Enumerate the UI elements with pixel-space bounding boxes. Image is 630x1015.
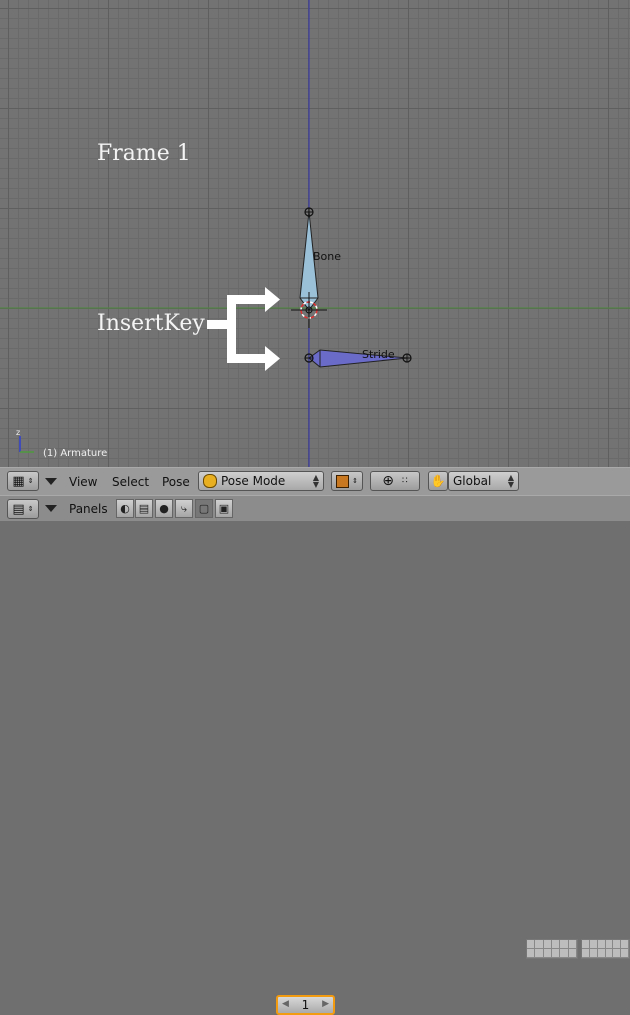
pose-menu[interactable]: Pose bbox=[162, 475, 190, 489]
logic-context-icon[interactable]: ◐ bbox=[116, 499, 134, 518]
select-menu[interactable]: Select bbox=[112, 475, 149, 489]
insertkey-bracket-arrows bbox=[207, 287, 280, 371]
editing-context-icon[interactable]: ▢ bbox=[195, 499, 213, 518]
script-context-icon[interactable]: ▤ bbox=[135, 499, 153, 518]
viewport-scene: z bbox=[0, 0, 630, 467]
widget-icon: ∷ bbox=[402, 476, 408, 486]
current-frame-field[interactable]: ◀ 1 ▶ bbox=[276, 995, 335, 1015]
scene-context-icon[interactable]: ▣ bbox=[215, 499, 233, 518]
buttons-header: ▤ ⇕ Panels ◐ ▤ ● ⤷ ▢ ▣ ◀ 1 ▶ bbox=[0, 495, 630, 1015]
axis-gizmo-icon bbox=[19, 436, 34, 453]
viewport-header: ▦ ⇕ View Select Pose Pose Mode ▲ ▼ ⇕ ⊕ ∷ … bbox=[0, 467, 630, 959]
layer-buttons-1[interactable] bbox=[526, 939, 578, 959]
panels-menu[interactable]: Panels bbox=[69, 502, 108, 516]
bone-name-label: Bone bbox=[313, 250, 342, 263]
buttons-window-icon: ▤ bbox=[12, 501, 25, 517]
frame-annotation: Frame 1 bbox=[97, 141, 191, 166]
view-menu[interactable]: View bbox=[69, 475, 97, 489]
updown-icon: ⇕ bbox=[352, 477, 358, 485]
pivot-button[interactable]: ⊕ ∷ bbox=[370, 471, 420, 491]
manipulator-button[interactable]: ✋ bbox=[428, 471, 448, 491]
updown-icon: ▲ ▼ bbox=[507, 473, 514, 489]
stride-name-label: Stride bbox=[362, 348, 395, 361]
collapse-menu-icon[interactable] bbox=[45, 478, 57, 485]
draw-type-button[interactable]: ⇕ bbox=[331, 471, 363, 491]
orientation-select[interactable]: Global ▲ ▼ bbox=[448, 471, 519, 491]
collapse-menu-icon[interactable] bbox=[45, 505, 57, 512]
insertkey-annotation: InsertKey bbox=[97, 311, 205, 336]
hand-icon: ✋ bbox=[430, 474, 446, 488]
mode-select-value: Pose Mode bbox=[221, 474, 286, 488]
updown-icon: ⇕ bbox=[27, 477, 34, 485]
layer-buttons-2[interactable] bbox=[581, 939, 630, 959]
object-context-icon[interactable]: ⤷ bbox=[175, 499, 193, 518]
editor-type-button-2[interactable]: ▤ ⇕ bbox=[7, 499, 39, 519]
updown-icon: ⇕ bbox=[27, 505, 34, 513]
updown-icon: ▲ ▼ bbox=[312, 473, 319, 489]
3d-viewport[interactable]: z Frame 1 InsertKey Bone Stride (1) Arma… bbox=[0, 0, 630, 467]
cube-icon bbox=[336, 474, 350, 488]
pose-mode-icon bbox=[203, 474, 217, 488]
pivot-crosshair-icon: ⊕ bbox=[382, 473, 394, 489]
current-frame-value: 1 bbox=[301, 998, 310, 1012]
mode-select[interactable]: Pose Mode ▲ ▼ bbox=[198, 471, 324, 491]
axis-gizmo-label: z bbox=[16, 428, 20, 437]
orientation-select-value: Global bbox=[453, 474, 492, 488]
3d-cursor-icon bbox=[291, 292, 327, 328]
object-status-label: (1) Armature bbox=[43, 448, 108, 459]
frame-increment-icon[interactable]: ▶ bbox=[322, 999, 329, 1009]
editor-type-button[interactable]: ▦ ⇕ bbox=[7, 471, 39, 491]
shading-context-icon[interactable]: ● bbox=[155, 499, 173, 518]
frame-decrement-icon[interactable]: ◀ bbox=[282, 999, 289, 1009]
grid-icon: ▦ bbox=[12, 473, 25, 489]
